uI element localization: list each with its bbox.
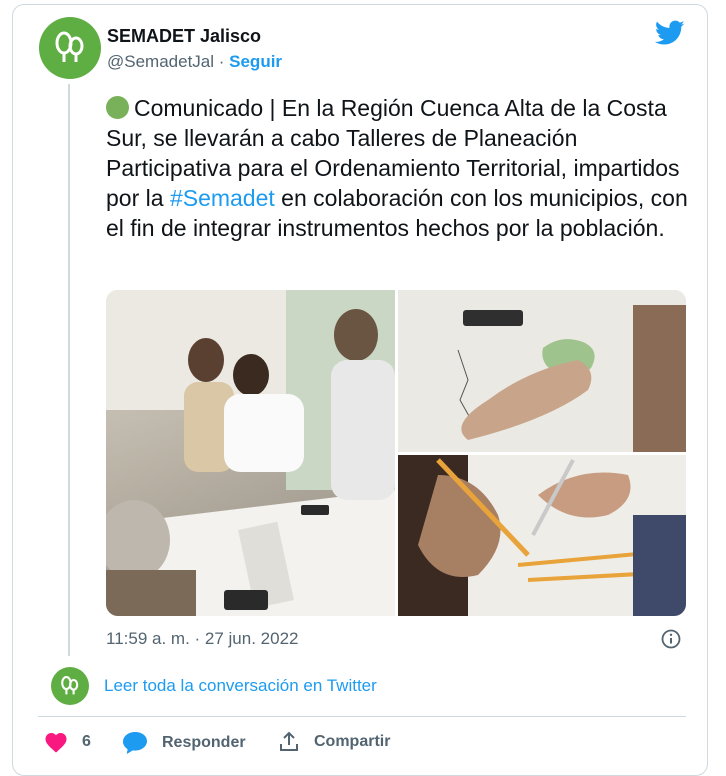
like-button[interactable]: 6 [44,731,91,753]
handle-row: @SemadetJal · Seguir [107,52,282,72]
author-handle[interactable]: @SemadetJal [107,52,214,71]
photo-workshop-group[interactable] [106,290,395,616]
reply-button[interactable]: Responder [122,731,246,755]
trees-logo-icon [61,675,79,695]
actions-divider [38,716,686,717]
handle-separator: · [214,52,230,71]
author-avatar[interactable] [39,17,101,79]
trees-logo-icon [55,31,84,62]
media-grid [106,290,686,616]
twitter-bird-icon[interactable] [655,20,685,46]
share-label: Compartir [314,733,391,750]
heart-icon [45,733,67,753]
thread-avatar[interactable] [51,667,89,705]
photo-pencils-map-image [398,455,686,616]
photo-map-hand-image [398,290,686,452]
green-circle-emoji [106,96,129,119]
like-count: 6 [82,733,91,750]
info-icon[interactable] [661,629,681,649]
tweet-timestamp[interactable]: 11:59 a. m. · 27 jun. 2022 [106,629,298,649]
follow-button[interactable]: Seguir [229,52,282,71]
photo-map-hand[interactable] [398,290,686,452]
photo-pencils-map[interactable] [398,455,686,616]
photo-workshop-group-image [106,290,395,616]
reply-label: Responder [162,734,246,751]
tweet-text: Comunicado | En la Región Cuenca Alta de… [106,93,701,243]
share-button[interactable]: Compartir [278,731,390,753]
hashtag-link[interactable]: #Semadet [170,185,275,211]
share-icon [280,731,298,751]
speech-bubble-icon [123,732,147,754]
author-name[interactable]: SEMADET Jalisco [107,26,261,47]
read-conversation-link[interactable]: Leer toda la conversación en Twitter [104,676,377,696]
thread-line [68,84,70,656]
